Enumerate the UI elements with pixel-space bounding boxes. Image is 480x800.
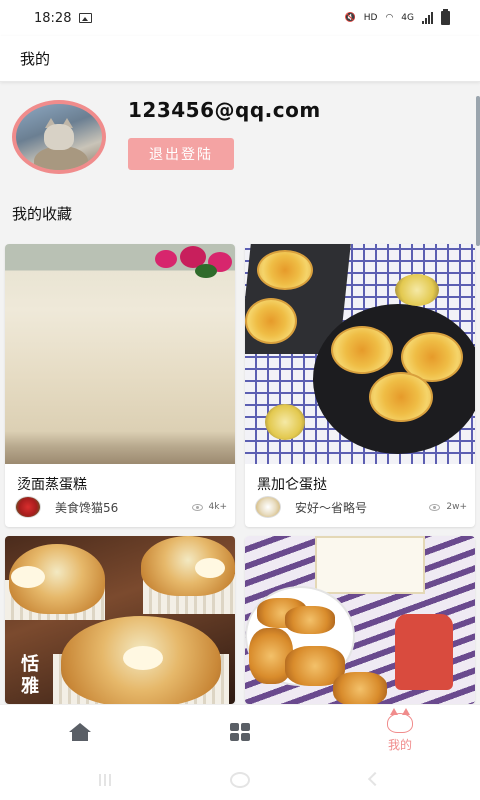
recipe-title: 黑加仑蛋挞 [257,477,327,493]
author-name: 安好～省略号 [295,500,368,515]
recipe-image: 恬雅 [5,536,235,704]
tab-category[interactable] [160,705,320,761]
favorite-card[interactable] [245,536,475,704]
view-count: 4k+ [208,502,227,512]
status-bar: 18:28 🔇 HD ◠ 4G [0,0,480,36]
cat-icon [387,708,413,733]
home-icon [69,722,91,741]
back-button[interactable] [367,771,383,787]
scrollbar[interactable] [476,96,480,246]
hd-label: HD [363,13,378,23]
status-time: 18:28 [34,10,72,26]
view-count: 2w+ [446,502,467,512]
author-avatar [255,496,281,518]
avatar[interactable] [12,100,106,174]
page-title: 我的 [20,50,51,68]
logout-button[interactable]: 退出登陆 [128,138,234,170]
title-bar: 我的 [0,36,480,82]
network-label: 4G [401,13,414,23]
system-navigation [0,760,480,800]
gallery-icon [79,13,93,23]
favorite-card[interactable]: 恬雅 [5,536,235,704]
recipe-meta: 安好～省略号 2w+ [255,496,467,518]
eye-icon [429,503,441,511]
recipe-title: 烫面蒸蛋糕 [17,477,87,493]
wifi-icon: ◠ [385,13,394,23]
grid-icon [230,722,250,741]
cat-head [44,124,74,150]
recents-button[interactable] [99,774,113,786]
recipe-meta: 美食馋猫56 4k+ [15,496,227,518]
favorite-card[interactable]: 烫面蒸蛋糕 美食馋猫56 4k+ [5,244,235,527]
tab-home[interactable] [0,705,160,761]
user-email: 123456@qq.com [128,98,321,122]
bottom-tab-bar: 我的 [0,704,480,760]
recipe-image [5,244,235,464]
recipe-image [245,536,475,704]
tab-label-mine: 我的 [387,738,412,752]
tab-mine[interactable]: 我的 [320,705,480,761]
overlay-text: 恬雅 [21,654,39,697]
author-name: 美食馋猫56 [55,500,119,515]
eye-icon [191,503,203,511]
mute-icon: 🔇 [344,13,356,23]
battery-icon [441,9,450,25]
recipe-image [245,244,475,464]
favorite-card[interactable]: 黑加仑蛋挞 安好～省略号 2w+ [245,244,475,527]
signal-icon [422,12,433,24]
author-avatar [15,496,41,518]
favorites-title: 我的收藏 [12,205,73,223]
home-button[interactable] [230,772,250,788]
cat-body [34,146,88,170]
